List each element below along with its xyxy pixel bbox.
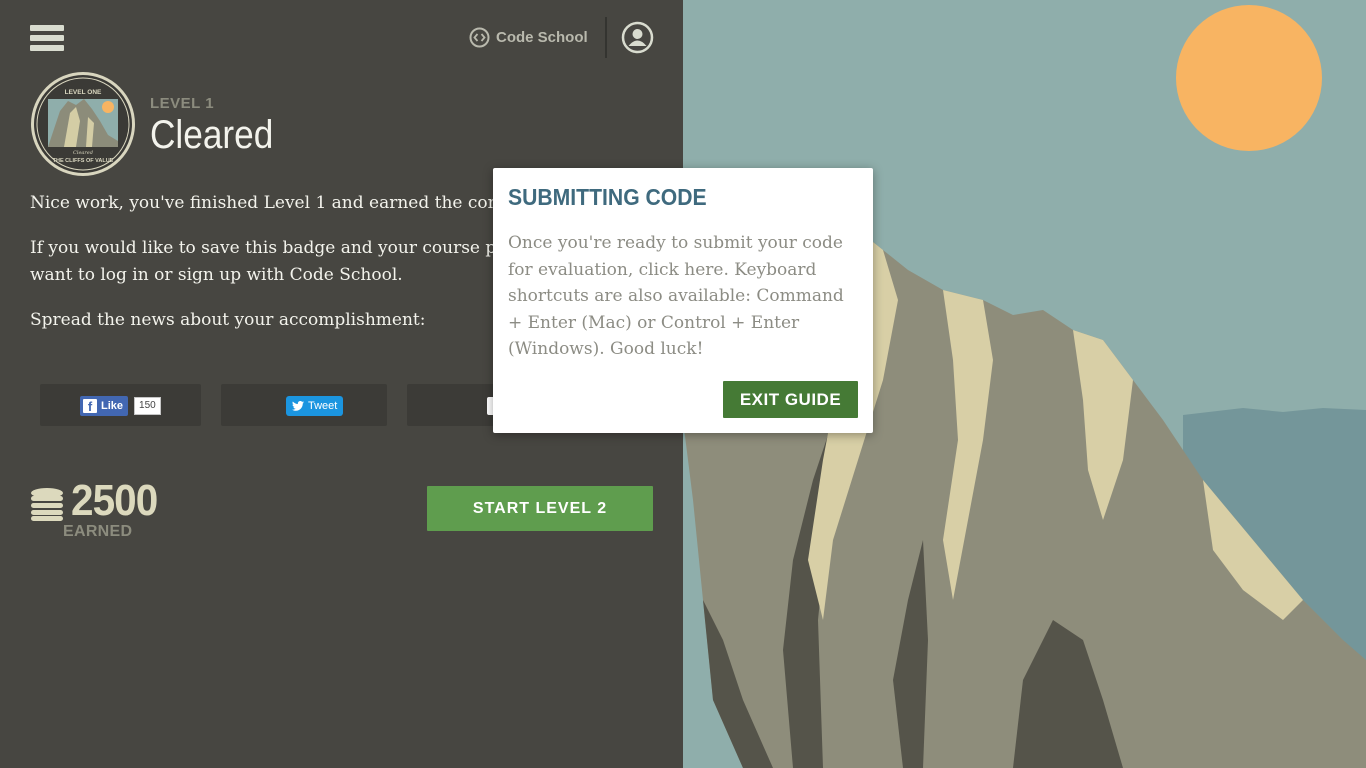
save-progress-line-2: want to log in or sign up with Code Scho…	[30, 265, 403, 285]
save-progress-message: If you would like to save this badge and…	[30, 235, 504, 289]
facebook-like-count: 150	[134, 397, 161, 415]
finished-message: Nice work, you've finished Level 1 and e…	[30, 193, 515, 213]
brand-name: Code School	[496, 28, 588, 46]
spread-news-message: Spread the news about your accomplishmen…	[30, 310, 426, 330]
facebook-like-widget: f Like 150	[80, 396, 161, 416]
badge-top-text: LEVEL ONE	[65, 89, 102, 96]
guide-title: SUBMITTING CODE	[508, 184, 707, 210]
sun	[1176, 5, 1322, 151]
facebook-icon: f	[83, 399, 97, 414]
code-brackets-icon	[469, 27, 490, 47]
user-avatar-icon[interactable]	[621, 21, 654, 54]
tweet-button[interactable]: Tweet	[286, 396, 344, 416]
points-value: 2500	[71, 476, 158, 525]
save-progress-line-1: If you would like to save this badge and…	[30, 238, 505, 258]
google-share-box	[407, 384, 507, 426]
points-label: EARNED	[63, 523, 133, 540]
level-badge: LEVEL ONE Cleared THE CLIFFS OF VALUE	[31, 72, 135, 176]
badge-script-text: Cleared	[73, 150, 93, 156]
facebook-like-label: Like	[101, 400, 124, 412]
level-kicker: LEVEL 1	[150, 95, 215, 112]
facebook-like-button[interactable]: f Like	[80, 396, 129, 416]
start-level-2-button[interactable]: START LEVEL 2	[427, 486, 653, 531]
submitting-code-guide: SUBMITTING CODE Once you're ready to sub…	[493, 168, 873, 433]
facebook-share-box: f Like 150	[40, 384, 201, 426]
exit-guide-button[interactable]: EXIT GUIDE	[723, 381, 858, 418]
twitter-share-box: Tweet	[221, 384, 387, 426]
coin-stack-icon	[31, 488, 63, 521]
header-divider	[605, 17, 607, 58]
hamburger-menu-icon[interactable]	[30, 25, 64, 55]
guide-text: Once you're ready to submit your code fo…	[508, 233, 844, 359]
badge-bottom-text: THE CLIFFS OF VALUE	[53, 158, 114, 164]
tweet-label: Tweet	[308, 400, 338, 412]
twitter-bird-icon	[292, 401, 304, 411]
level-title: Cleared	[150, 113, 274, 157]
code-school-link[interactable]: Code School	[469, 24, 588, 50]
